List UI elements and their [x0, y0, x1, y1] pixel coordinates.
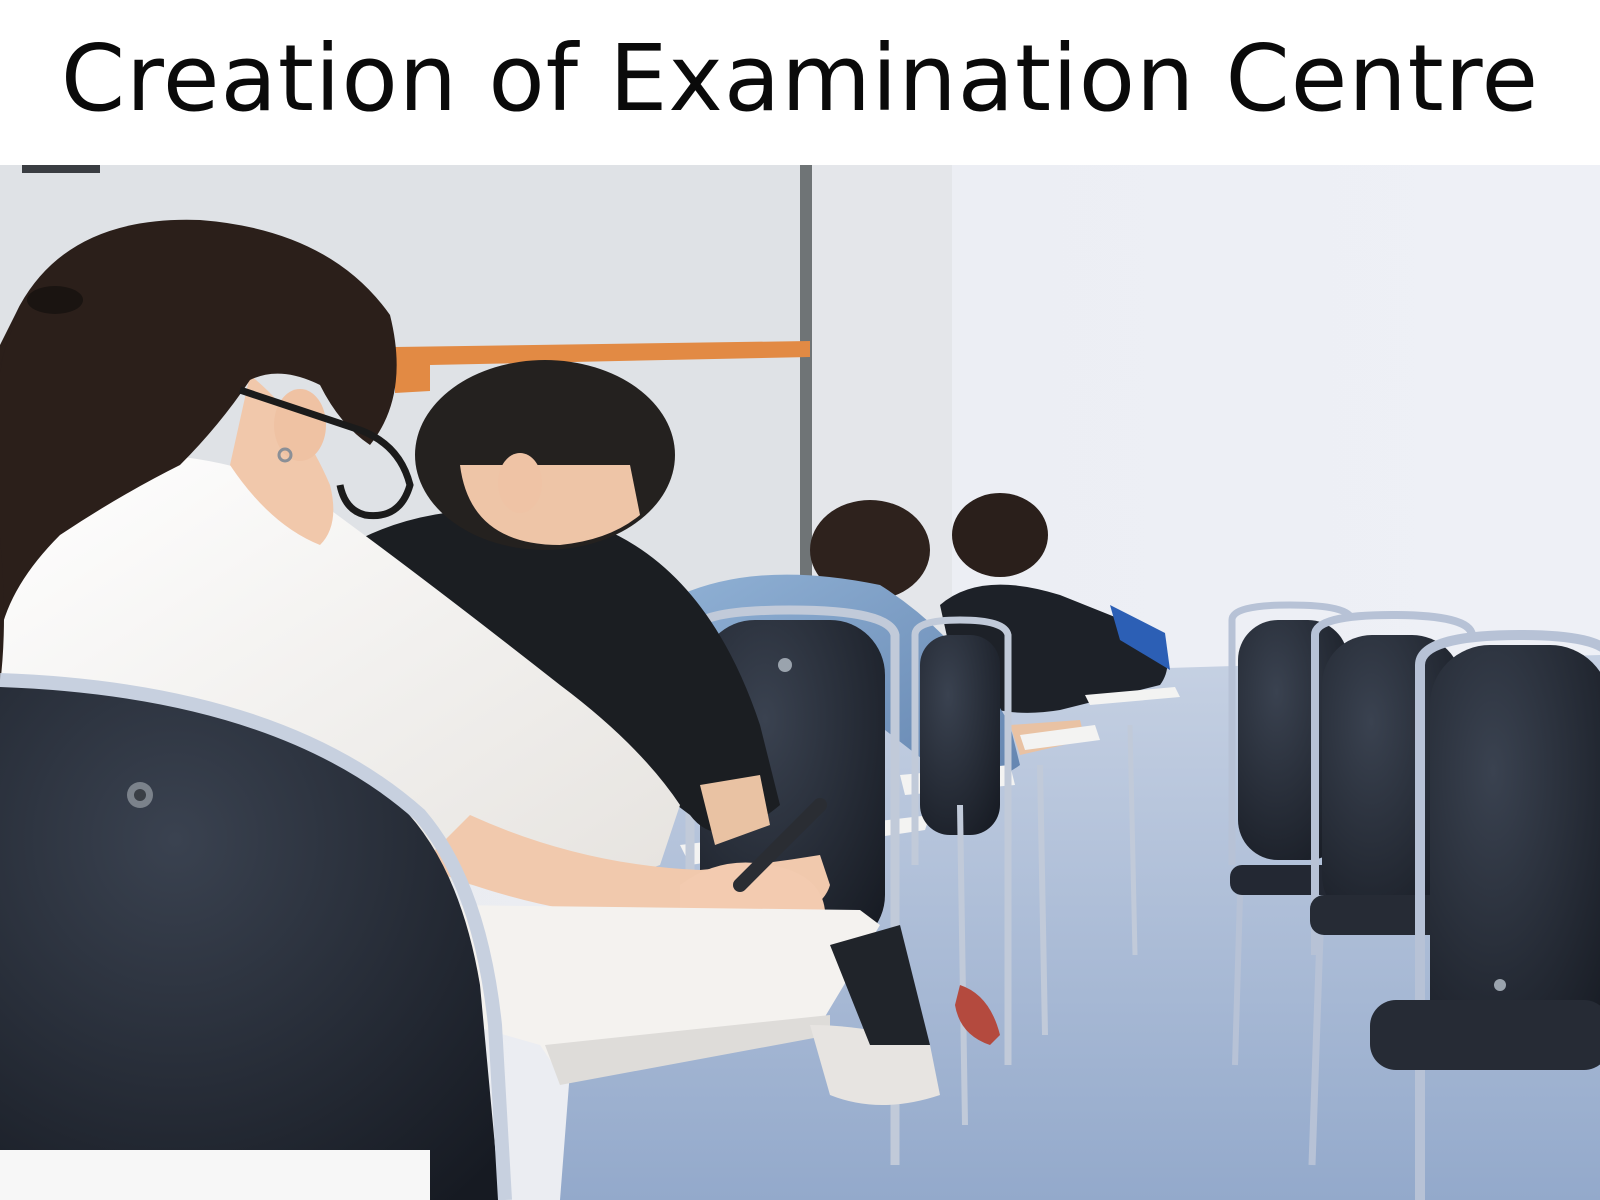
- chair-rivet-inner: [134, 789, 146, 801]
- exam-hall-photo: [0, 165, 1600, 1200]
- chair-rivet: [778, 658, 792, 672]
- foreground-paper: [0, 1150, 430, 1200]
- page-title: Creation of Examination Centre: [60, 25, 1540, 132]
- student-hair: [952, 493, 1048, 577]
- exam-hall-illustration: [0, 165, 1600, 1200]
- title-bar: Creation of Examination Centre: [0, 0, 1600, 165]
- chair-rivet: [1494, 979, 1506, 991]
- chair-seat: [1370, 1000, 1600, 1070]
- wall-fixture: [22, 165, 100, 173]
- hair-tie: [27, 286, 83, 314]
- page: Creation of Examination Centre: [0, 0, 1600, 1200]
- student-ear: [498, 453, 542, 513]
